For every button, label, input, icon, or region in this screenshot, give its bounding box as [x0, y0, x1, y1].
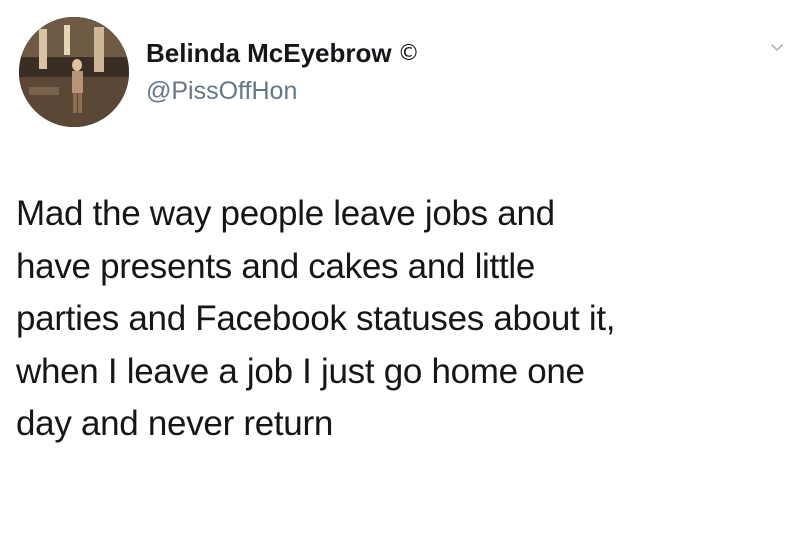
tweet-text-line: parties and Facebook statuses about it,	[16, 299, 616, 338]
profile-photo-icon	[19, 17, 129, 127]
tweet-text-line: have presents and cakes and little	[16, 246, 536, 286]
author-name-row[interactable]: Belinda McEyebrow ©	[146, 38, 420, 69]
copyright-emoji: ©	[397, 41, 420, 66]
tweet-text: Mad the way people leave jobs and have p…	[16, 188, 786, 451]
chevron-down-icon[interactable]	[769, 40, 785, 56]
author-handle[interactable]: @PissOffHon	[146, 77, 297, 106]
avatar[interactable]	[19, 17, 129, 127]
tweet-card: Belinda McEyebrow © @PissOffHon Mad the …	[0, 0, 792, 538]
display-name[interactable]: Belinda McEyebrow	[146, 38, 392, 69]
tweet-text-line: when I leave a job I just go home one	[16, 351, 585, 391]
tweet-text-line: Mad the way people leave jobs and	[16, 194, 555, 233]
tweet-text-line: day and never return	[16, 404, 333, 443]
